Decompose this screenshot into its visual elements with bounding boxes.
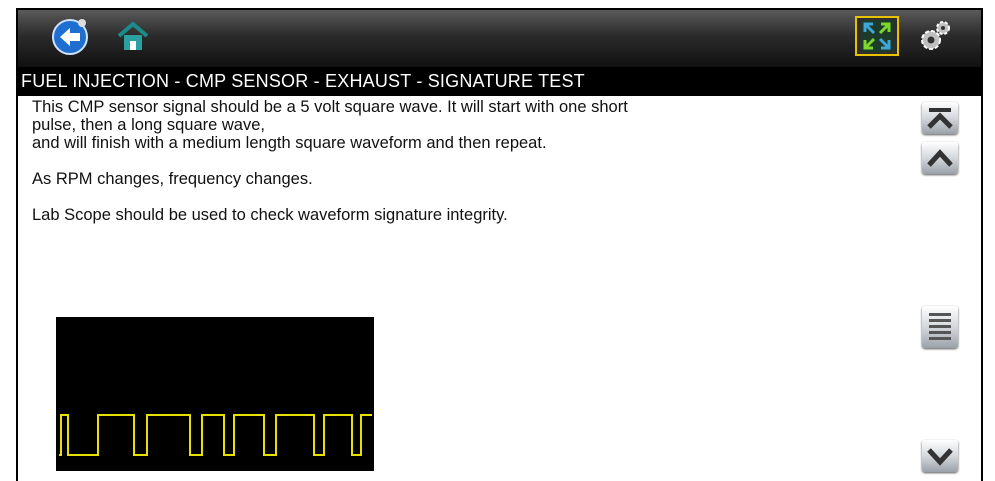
scroll-to-top-icon	[927, 108, 953, 129]
home-icon	[117, 21, 149, 50]
scroll-to-top-button[interactable]	[922, 102, 958, 134]
waveform-image	[56, 317, 374, 471]
expand-icon	[861, 20, 893, 52]
scroll-thumb-icon	[929, 313, 951, 340]
settings-button[interactable]	[914, 17, 954, 57]
scroll-down-icon	[927, 448, 953, 466]
app-frame: FUEL INJECTION - CMP SENSOR - EXHAUST - …	[16, 8, 983, 481]
description-text: This CMP sensor signal should be a 5 vol…	[32, 98, 912, 224]
scroll-up-icon	[927, 149, 953, 167]
back-button[interactable]	[50, 17, 90, 57]
back-arrow-icon	[52, 19, 88, 55]
home-button[interactable]	[113, 17, 153, 57]
scroll-up-button[interactable]	[922, 142, 958, 174]
scroll-thumb[interactable]	[922, 306, 958, 348]
toolbar	[18, 10, 981, 67]
description-line: As RPM changes, frequency changes.	[32, 170, 313, 188]
description-line: and will finish with a medium length squ…	[32, 134, 547, 152]
square-wave-signal	[59, 414, 372, 456]
settings-gear-icon	[921, 21, 950, 50]
description-line: pulse, then a long square wave,	[32, 116, 265, 134]
description-line: Lab Scope should be used to check wavefo…	[32, 206, 508, 224]
page-title: FUEL INJECTION - CMP SENSOR - EXHAUST - …	[18, 67, 981, 96]
expand-button[interactable]	[855, 16, 899, 56]
description-line: This CMP sensor signal should be a 5 vol…	[32, 98, 628, 116]
scroll-down-button[interactable]	[922, 440, 958, 472]
